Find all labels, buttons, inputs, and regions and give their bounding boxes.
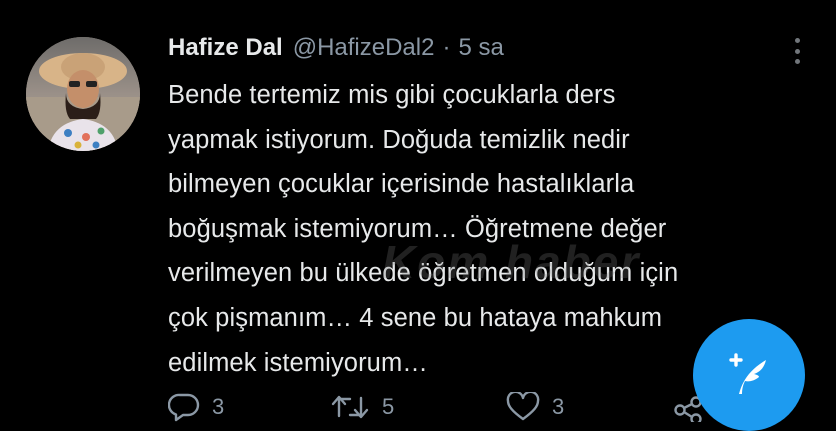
reply-icon xyxy=(168,393,200,422)
tweet-header: Hafize Dal @HafizeDal2 · 5 sa xyxy=(168,34,504,66)
avatar[interactable] xyxy=(26,37,140,151)
more-dot xyxy=(794,48,800,54)
like-count: 3 xyxy=(552,394,565,419)
like-button[interactable]: 3 xyxy=(506,392,564,422)
reply-button[interactable]: 3 xyxy=(168,392,224,422)
author-handle[interactable]: @HafizeDal2 xyxy=(293,34,435,62)
tweet-text-line: yapmak istiyorum. Doğuda temizlik nedir xyxy=(168,125,630,154)
tweet-text-line: Bende tertemiz mis gibi çocuklarla ders xyxy=(168,81,616,109)
compose-tweet-icon xyxy=(729,353,766,394)
heart-icon xyxy=(506,392,540,421)
header-separator: · xyxy=(442,34,451,61)
more-dot xyxy=(794,38,800,43)
retweet-count: 5 xyxy=(382,394,395,419)
compose-tweet-button[interactable] xyxy=(693,319,805,431)
tweet-timestamp[interactable]: 5 sa xyxy=(458,34,503,62)
tweet[interactable]: Hafize Dal @HafizeDal2 · 5 sa Bende tert… xyxy=(0,0,836,431)
avatar-image xyxy=(26,37,140,151)
retweet-icon xyxy=(331,395,369,419)
tweet-text-line: boğuşmak istemiyorum… Öğretmene değer xyxy=(168,214,667,243)
more-vertical-icon[interactable] xyxy=(790,38,804,64)
tweet-text-line: bilmeyen çocuklar içerisinde hastalıklar… xyxy=(168,170,635,199)
retweet-button[interactable]: 5 xyxy=(330,392,394,422)
reply-count: 3 xyxy=(212,394,225,419)
author-display-name[interactable]: Hafize Dal xyxy=(168,34,283,62)
tweet-text-line: verilmeyen bu ülkede öğretmen olduğum iç… xyxy=(168,259,679,288)
more-dot xyxy=(794,59,800,64)
